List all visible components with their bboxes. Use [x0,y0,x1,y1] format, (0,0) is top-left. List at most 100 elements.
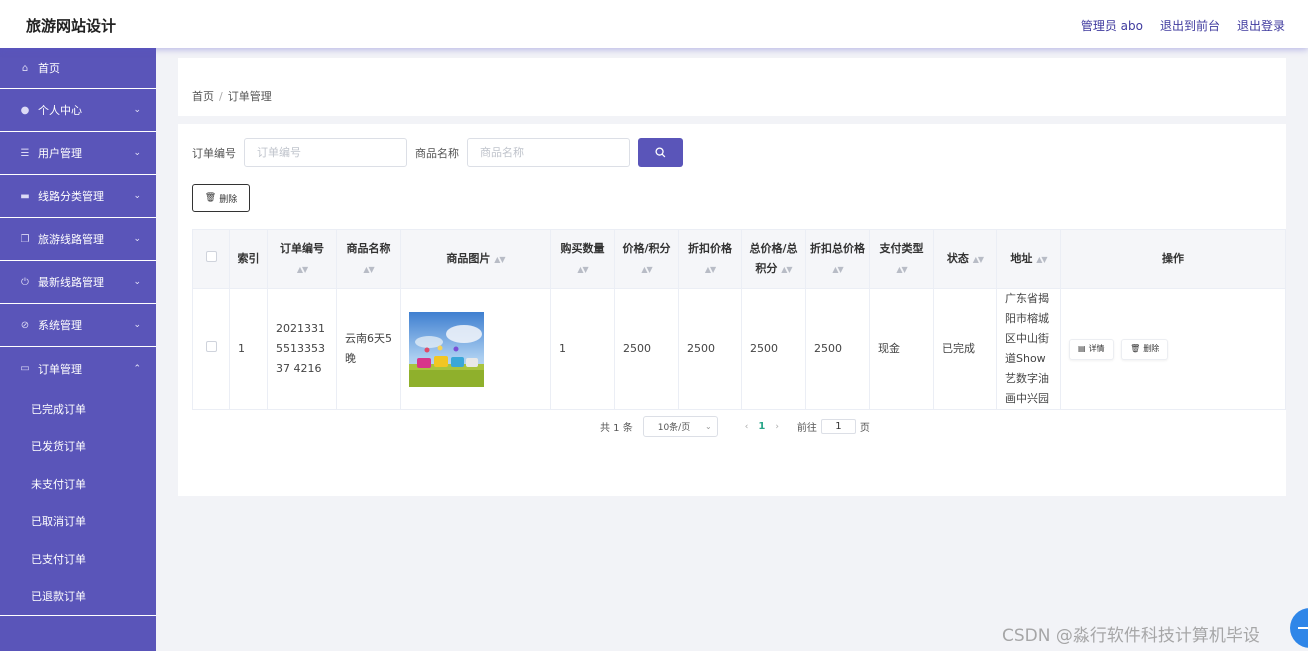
top-header: 旅游网站设计 管理员 abo 退出到前台 退出登录 [0,0,1308,48]
order-no-label: 订单编号 [192,146,236,160]
logout-link[interactable]: 退出登录 [1237,17,1285,34]
col-address[interactable]: 地址 ▲▼ [996,229,1061,289]
detail-button[interactable]: ▤ 详情 [1069,338,1114,360]
total-count: 共 1 条 [600,423,633,434]
submenu-shipped-orders[interactable]: 已发货订单 [0,428,156,466]
row-checkbox[interactable] [205,341,217,352]
search-icon [655,147,666,158]
search-button[interactable] [638,138,683,167]
submenu-refunded-orders[interactable]: 已退款订单 [0,578,156,616]
goods-name-input[interactable] [467,138,630,167]
submenu-unpaid-orders[interactable]: 未支付订单 [0,465,156,503]
chevron-down-icon: ⌄ [705,422,712,431]
pagination: 共 1 条 10条/页 ⌄ ‹ 1 › 前往 页 [600,416,870,437]
goto-page-input[interactable] [820,419,856,434]
sort-icon[interactable]: ▲▼ [832,265,843,274]
sort-icon[interactable]: ▲▼ [363,265,374,274]
monitor-icon: ▭ [20,363,30,374]
sidebar-item-orders[interactable]: ▭ 订单管理 ⌃ [0,347,156,390]
ticket-icon: ▬ [20,190,30,202]
orders-submenu: 已完成订单 已发货订单 未支付订单 已取消订单 已支付订单 已退款订单 [0,390,156,616]
home-icon: ⌂ [21,62,29,74]
col-order-no[interactable]: 订单编号 ▲▼ [267,229,337,289]
table-row: 1 2021331551335337 4216 云南6天5晚 1 2500 25… [192,288,1286,410]
sort-icon[interactable]: ▲▼ [1036,255,1047,264]
settings-icon: ⊘ [20,319,30,331]
submenu-completed-orders[interactable]: 已完成订单 [0,390,156,428]
sidebar-item-label: 线路分类管理 [38,190,104,203]
sort-icon[interactable]: ▲▼ [494,255,505,264]
sort-icon[interactable]: ▲▼ [297,265,308,274]
cell-actions: ▤ 详情 🗑 删除 [1060,288,1286,410]
site-title: 旅游网站设计 [26,17,117,35]
col-goods-image[interactable]: 商品图片 ▲▼ [400,229,551,289]
orders-panel: 订单编号 商品名称 🗑 删除 索引 订单编号▲▼ 商品名称▲▼ 商品图片 ▲▼ … [178,124,1286,496]
cell-status: 已完成 [933,288,997,410]
admin-user-label[interactable]: 管理员 abo [1081,17,1143,34]
current-page[interactable]: 1 [758,421,765,432]
copy-icon: ❐ [20,233,30,245]
sidebar-item-personal[interactable]: ● 个人中心 ⌄ [0,89,156,132]
order-no-input[interactable] [244,138,407,167]
search-bar: 订单编号 商品名称 [192,138,683,167]
col-goods-name[interactable]: 商品名称 ▲▼ [336,229,401,289]
sort-icon[interactable]: ▲▼ [896,265,907,274]
sort-icon[interactable]: ▲▼ [973,255,984,264]
bulk-delete-button[interactable]: 🗑 删除 [192,184,250,212]
cell-discount-price: 2500 [678,288,742,410]
goods-image[interactable] [409,311,484,387]
sort-icon[interactable]: ▲▼ [705,265,716,274]
sidebar-item-label: 用户管理 [38,147,82,160]
chevron-down-icon: ⌄ [133,234,141,244]
sliders-icon: ☰ [20,147,30,159]
table-header-row: 索引 订单编号 ▲▼ 商品名称 ▲▼ 商品图片 ▲▼ 购买数量 ▲▼ 价格/积分 ▲▼ … [192,229,1286,289]
exit-to-front-link[interactable]: 退出到前台 [1160,17,1220,34]
breadcrumb-home[interactable]: 首页 [192,90,214,103]
col-pay-type[interactable]: 支付类型 ▲▼ [869,229,934,289]
next-page-button[interactable]: › [775,422,779,432]
chevron-down-icon: ⌄ [133,320,141,330]
document-icon: ▤ [1078,344,1086,354]
breadcrumb: 首页 / 订单管理 [192,88,272,104]
page-size-select[interactable]: 10条/页 ⌄ [642,416,718,437]
trash-icon: 🗑 [204,193,217,203]
sidebar-item-users[interactable]: ☰ 用户管理 ⌄ [0,132,156,175]
sidebar-item-route-category[interactable]: ▬ 线路分类管理 ⌄ [0,175,156,218]
col-price[interactable]: 价格/积分 ▲▼ [614,229,679,289]
select-all-checkbox[interactable] [205,251,217,262]
cell-goods-name: 云南6天5晚 [336,288,401,410]
bulk-delete-label: 删除 [219,194,238,205]
col-discount-price[interactable]: 折扣价格 ▲▼ [678,229,742,289]
submenu-paid-orders[interactable]: 已支付订单 [0,540,156,578]
sidebar-item-label: 个人中心 [38,104,82,117]
select-all-cell [192,229,230,289]
cell-order-no: 2021331551335337 4216 [267,288,337,410]
sidebar-item-label: 首页 [38,62,60,75]
prev-page-button[interactable]: ‹ [745,422,749,432]
row-select-cell [192,288,230,410]
sort-icon[interactable]: ▲▼ [577,265,588,274]
col-status[interactable]: 状态 ▲▼ [933,229,997,289]
chevron-up-icon: ⌃ [133,363,141,374]
breadcrumb-separator: / [219,90,223,103]
col-quantity[interactable]: 购买数量 ▲▼ [550,229,615,289]
sidebar-item-home[interactable]: ⌂ 首页 [0,48,156,89]
sidebar-item-system[interactable]: ⊘ 系统管理 ⌄ [0,304,156,347]
submenu-cancelled-orders[interactable]: 已取消订单 [0,503,156,541]
cell-total-price: 2500 [741,288,806,410]
cell-address: 广东省揭阳市榕城区中山街道Show艺数字油画中兴园 [996,288,1061,410]
watermark: CSDN @淼行软件科技计算机毕设 [1002,626,1260,646]
cell-price: 2500 [614,288,679,410]
sidebar-item-label: 最新线路管理 [38,276,104,289]
main-content: 首页/订单管理 订单编号 商品名称 🗑 删除 索引 订单编号▲▼ 商品名称▲▼ [156,48,1308,651]
row-delete-label: 删除 [1143,344,1160,354]
person-icon: ● [20,104,30,116]
col-discount-total[interactable]: 折扣总价格 ▲▼ [805,229,870,289]
sidebar-item-travel-routes[interactable]: ❐ 旅游线路管理 ⌄ [0,218,156,261]
sort-icon[interactable]: ▲▼ [641,265,652,274]
cell-quantity: 1 [550,288,615,410]
row-delete-button[interactable]: 🗑 删除 [1121,338,1169,360]
col-total-price[interactable]: 总价格/总积分 ▲▼ [741,229,806,289]
sidebar-item-latest-routes[interactable]: ⏻ 最新线路管理 ⌄ [0,261,156,304]
sort-icon[interactable]: ▲▼ [781,265,792,274]
